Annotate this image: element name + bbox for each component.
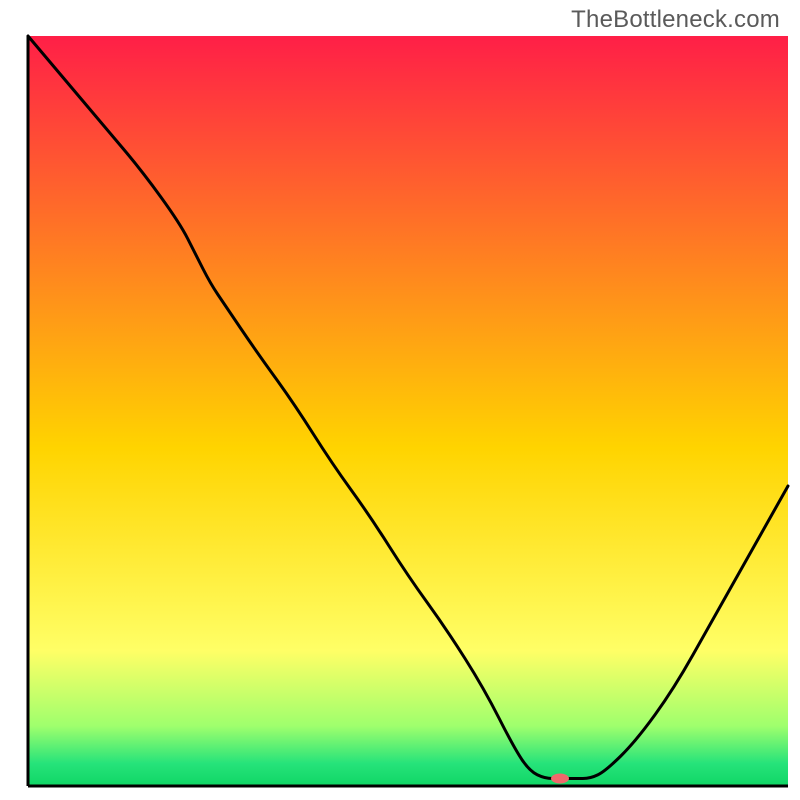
bottleneck-chart [0,0,800,800]
minimum-marker [551,774,569,784]
watermark-text: TheBottleneck.com [571,6,780,34]
plot-background [28,36,788,786]
